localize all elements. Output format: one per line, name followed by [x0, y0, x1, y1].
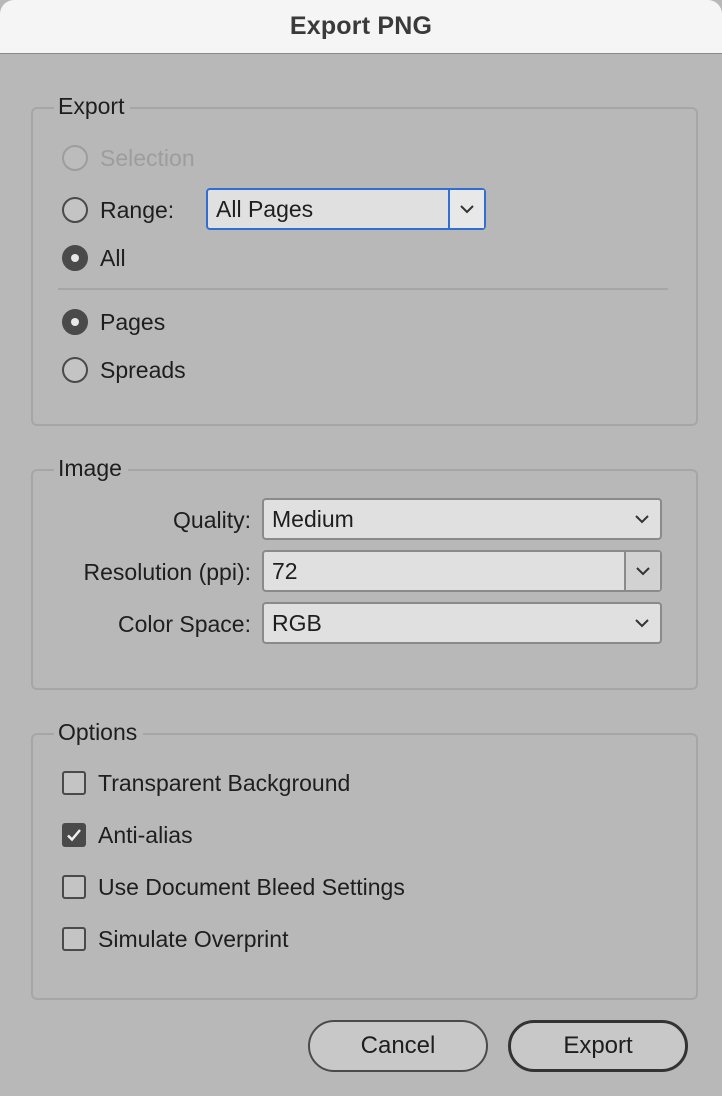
options-group-legend: Options [54, 718, 144, 746]
quality-select-value: Medium [272, 505, 354, 532]
color-space-label: Color Space: [118, 611, 251, 637]
cancel-button[interactable]: Cancel [308, 1020, 488, 1072]
radio-all[interactable]: All [62, 242, 126, 274]
checkbox-anti-alias-control[interactable] [62, 823, 86, 847]
radio-pages-label: Pages [100, 309, 166, 335]
checkbox-transparent-background-control[interactable] [62, 771, 86, 795]
resolution-input[interactable]: 72 [264, 558, 624, 585]
checkbox-simulate-overprint[interactable]: Simulate Overprint [62, 923, 288, 955]
radio-spreads[interactable]: Spreads [62, 354, 186, 386]
chevron-down-icon[interactable] [624, 500, 660, 538]
chevron-down-icon[interactable] [624, 552, 660, 590]
checkbox-transparent-background-label: Transparent Background [98, 770, 351, 796]
checkbox-document-bleed-label: Use Document Bleed Settings [98, 874, 405, 900]
chevron-down-icon[interactable] [624, 604, 660, 642]
chevron-down-icon[interactable] [448, 190, 484, 228]
radio-pages[interactable]: Pages [62, 306, 165, 338]
range-select-value: All Pages [216, 195, 314, 222]
checkmark-icon [67, 829, 81, 842]
color-space-select[interactable]: RGB [262, 602, 662, 644]
radio-all-control[interactable] [62, 245, 88, 271]
color-space-select-value: RGB [272, 609, 322, 636]
radio-selection: Selection [62, 142, 195, 174]
radio-range-control[interactable] [62, 197, 88, 223]
quality-label: Quality: [173, 507, 251, 533]
radio-selection-control [62, 145, 88, 171]
resolution-combobox[interactable]: 72 [262, 550, 662, 592]
range-select[interactable]: All Pages [206, 188, 486, 230]
checkbox-transparent-background[interactable]: Transparent Background [62, 767, 350, 799]
export-group-legend: Export [54, 92, 131, 120]
radio-pages-control[interactable] [62, 309, 88, 335]
checkbox-document-bleed-control[interactable] [62, 875, 86, 899]
image-group-legend: Image [54, 454, 128, 482]
checkbox-simulate-overprint-control[interactable] [62, 927, 86, 951]
checkbox-document-bleed[interactable]: Use Document Bleed Settings [62, 871, 405, 903]
checkbox-anti-alias[interactable]: Anti-alias [62, 819, 193, 851]
radio-all-label: All [100, 245, 126, 271]
title-bar: Export PNG [0, 0, 722, 54]
window-title: Export PNG [289, 12, 433, 40]
export-button[interactable]: Export [508, 1020, 688, 1072]
radio-spreads-control[interactable] [62, 357, 88, 383]
radio-spreads-label: Spreads [100, 357, 186, 383]
checkbox-simulate-overprint-label: Simulate Overprint [98, 926, 289, 952]
radio-range-label: Range: [100, 197, 175, 223]
radio-range[interactable]: Range: [62, 194, 174, 226]
resolution-label: Resolution (ppi): [83, 559, 251, 585]
checkbox-anti-alias-label: Anti-alias [98, 822, 193, 848]
radio-selection-label: Selection [100, 145, 195, 171]
quality-select[interactable]: Medium [262, 498, 662, 540]
export-divider [58, 288, 668, 290]
